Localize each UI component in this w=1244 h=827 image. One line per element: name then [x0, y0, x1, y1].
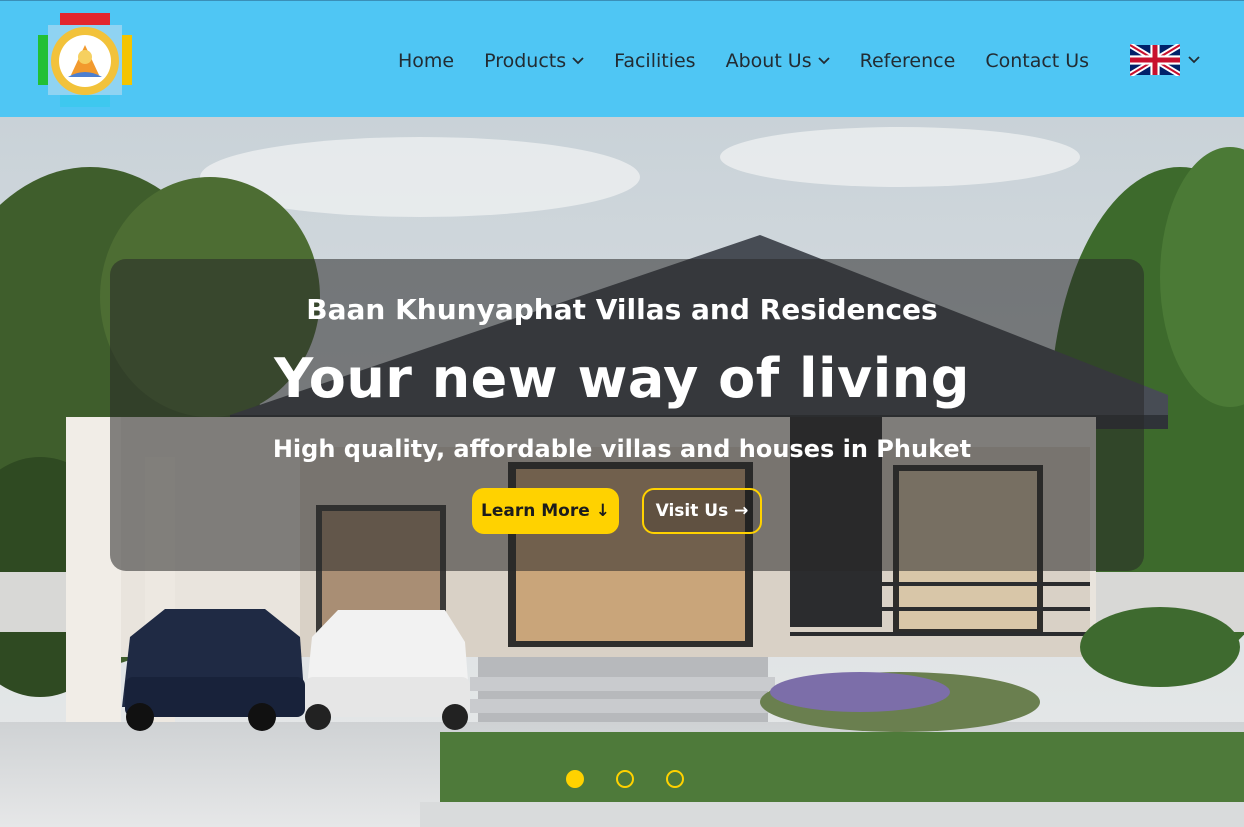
hero-subtitle: Baan Khunyaphat Villas and Residences: [306, 293, 938, 326]
uk-flag-icon: [1130, 44, 1180, 76]
carousel-indicators: [566, 770, 716, 788]
learn-more-button[interactable]: Learn More ↓: [472, 488, 619, 534]
nav-contact-us-label: Contact Us: [985, 50, 1090, 72]
carousel-dot-2[interactable]: [616, 770, 634, 788]
nav-contact-us[interactable]: Contact Us: [985, 50, 1089, 72]
chevron-down-icon: [572, 57, 584, 65]
nav-home[interactable]: Home: [398, 50, 454, 72]
nav-about-us-label: About Us: [725, 50, 812, 72]
nav-facilities-label: Facilities: [614, 50, 696, 72]
hero-tagline: High quality, affordable villas and hous…: [272, 435, 972, 463]
nav-reference-label: Reference: [859, 50, 956, 72]
visit-us-button[interactable]: Visit Us →: [642, 488, 762, 534]
hero-carousel: Baan Khunyaphat Villas and Residences Yo…: [0, 117, 1244, 827]
hero-headline: Your new way of living: [274, 347, 970, 410]
chevron-down-icon: [1188, 56, 1200, 64]
nav-products-label: Products: [484, 50, 567, 72]
carousel-dot-1[interactable]: [566, 770, 584, 788]
nav-about-us[interactable]: About Us: [726, 50, 830, 72]
brand-logo-icon: [38, 13, 132, 107]
language-selector[interactable]: [1130, 44, 1200, 76]
main-nav: Home Products Facilities About Us Refere…: [398, 44, 1119, 78]
brand-logo[interactable]: [36, 11, 134, 109]
nav-facilities[interactable]: Facilities: [614, 50, 695, 72]
visit-us-label: Visit Us →: [655, 501, 749, 521]
learn-more-label: Learn More ↓: [481, 501, 610, 521]
nav-home-label: Home: [398, 50, 455, 72]
carousel-dot-3[interactable]: [666, 770, 684, 788]
chevron-down-icon: [817, 57, 830, 65]
navbar: Home Products Facilities About Us Refere…: [0, 0, 1244, 117]
nav-products[interactable]: Products: [484, 50, 584, 72]
nav-reference[interactable]: Reference: [860, 50, 956, 72]
